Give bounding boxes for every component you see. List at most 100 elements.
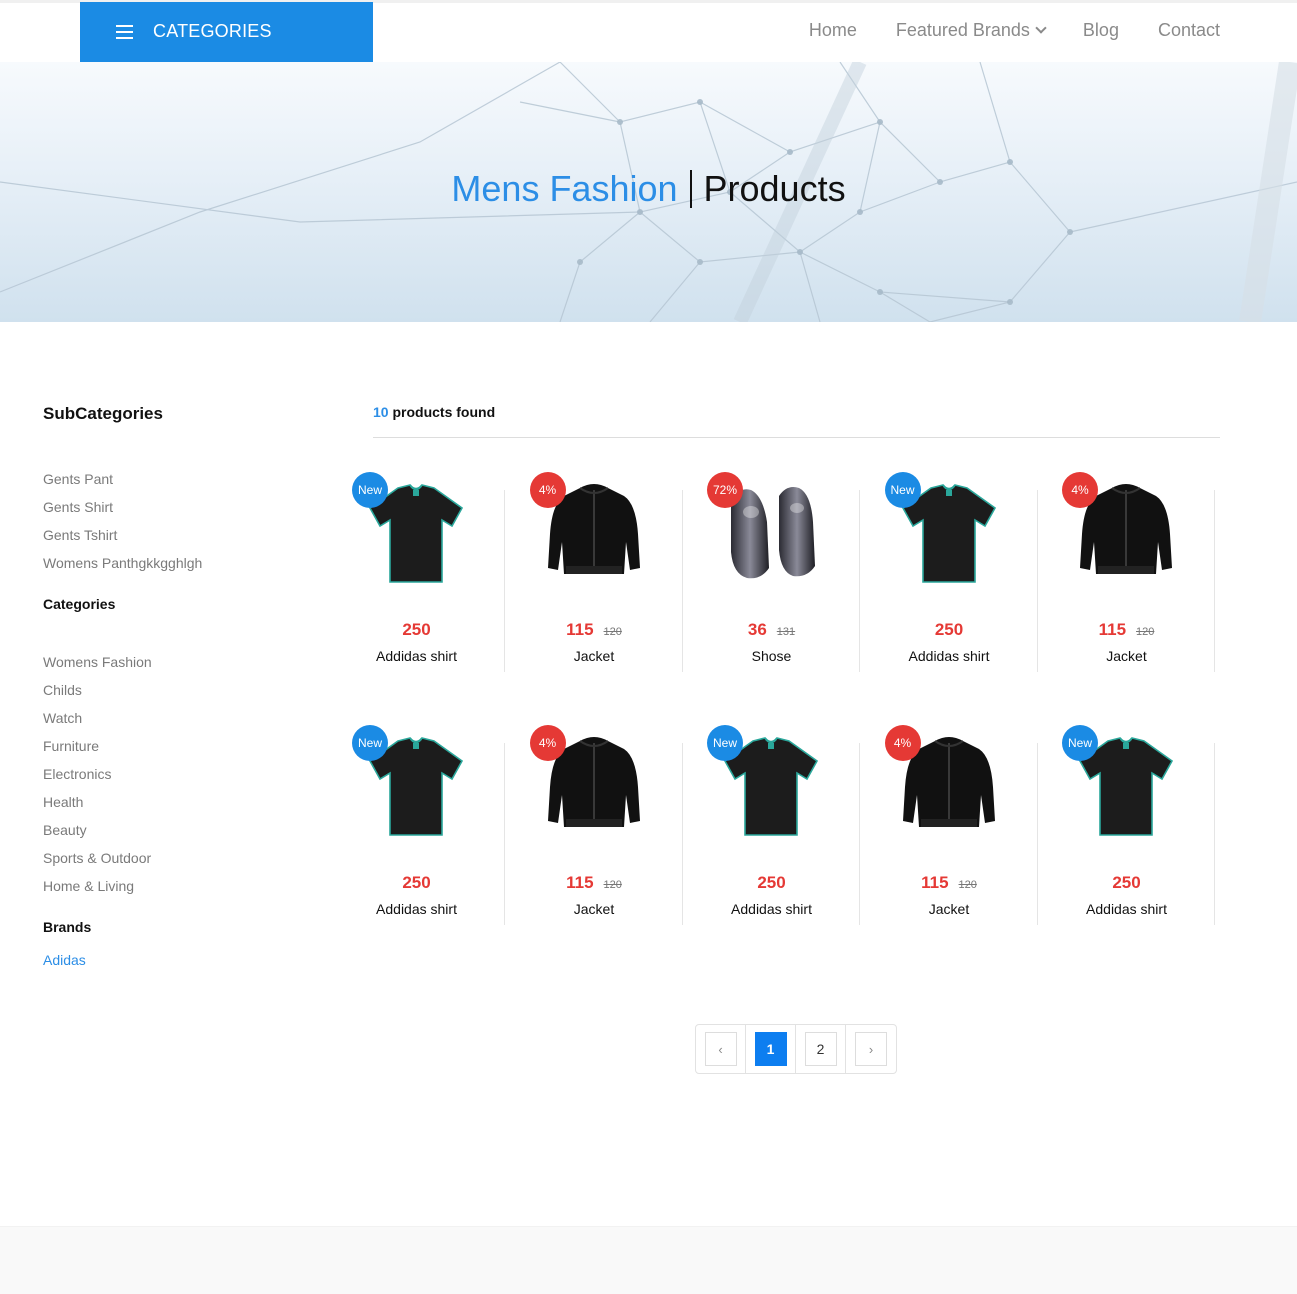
subcategories-list: Gents Pant Gents Shirt Gents Tshirt Wome… xyxy=(43,471,323,583)
product-card[interactable]: 4% 115 120 Jacket xyxy=(506,723,683,925)
categories-button[interactable]: CATEGORIES xyxy=(80,2,373,62)
pagination: ‹ 1 2 › xyxy=(695,1024,897,1074)
new-badge: New xyxy=(1062,725,1098,761)
footer xyxy=(0,1226,1297,1294)
product-prices: 115 120 xyxy=(861,873,1038,893)
product-name[interactable]: Addidas shirt xyxy=(1038,901,1215,917)
subcategory-item[interactable]: Gents Pant xyxy=(43,471,323,499)
product-prices: 250 xyxy=(328,873,505,893)
nav-blog[interactable]: Blog xyxy=(1083,20,1119,41)
next-page-button[interactable]: › xyxy=(855,1032,887,1066)
page-title-category: Mens Fashion xyxy=(451,168,678,209)
product-price: 115 xyxy=(921,873,949,892)
product-old-price: 120 xyxy=(958,879,977,891)
product-prices: 36 131 xyxy=(683,620,860,640)
title-separator xyxy=(689,170,692,208)
categories-list: Womens Fashion Childs Watch Furniture El… xyxy=(43,654,323,906)
category-item[interactable]: Electronics xyxy=(43,766,323,794)
product-name[interactable]: Jacket xyxy=(1038,648,1215,664)
product-name[interactable]: Jacket xyxy=(506,648,683,664)
product-name[interactable]: Jacket xyxy=(861,901,1038,917)
pager-cell: 1 xyxy=(746,1025,796,1073)
product-name[interactable]: Addidas shirt xyxy=(683,901,860,917)
category-item[interactable]: Childs xyxy=(43,682,323,710)
product-card[interactable]: New 250 Addidas shirt xyxy=(683,723,860,925)
product-name[interactable]: Addidas shirt xyxy=(328,648,505,664)
subcategory-item[interactable]: Womens Panthgkkgghlgh xyxy=(43,555,323,583)
discount-badge: 4% xyxy=(529,725,566,761)
page-title-products: Products xyxy=(703,168,846,209)
pager-cell: › xyxy=(846,1025,896,1073)
results-count-label: products found xyxy=(392,404,496,420)
brands-heading: Brands xyxy=(43,919,92,935)
category-item[interactable]: Beauty xyxy=(43,822,323,850)
discount-badge: 4% xyxy=(884,725,921,761)
page-button-2[interactable]: 2 xyxy=(804,1032,837,1066)
product-prices: 250 xyxy=(1038,873,1215,893)
subcategory-item[interactable]: Gents Shirt xyxy=(43,499,323,527)
discount-badge: 4% xyxy=(1062,472,1098,508)
subcategories-heading: SubCategories xyxy=(43,404,163,423)
product-old-price: 120 xyxy=(1136,626,1155,638)
category-item[interactable]: Home & Living xyxy=(43,878,323,906)
product-prices: 250 xyxy=(861,620,1038,640)
product-card[interactable]: 72% 36 131 Shose xyxy=(683,470,860,672)
product-old-price: 120 xyxy=(603,626,622,638)
main-nav: Home Featured Brands Blog Contact xyxy=(809,20,1220,41)
product-price: 115 xyxy=(566,620,594,639)
category-item[interactable]: Health xyxy=(43,794,323,822)
product-price: 250 xyxy=(1112,873,1141,892)
product-prices: 115 120 xyxy=(1038,620,1215,640)
new-badge: New xyxy=(352,472,388,508)
results-count: 10 products found xyxy=(373,404,495,420)
product-name[interactable]: Jacket xyxy=(506,901,683,917)
product-card[interactable]: 4% 115 120 Jacket xyxy=(506,470,683,672)
nav-featured-brands-label: Featured Brands xyxy=(895,20,1030,40)
product-card[interactable]: New 250 Addidas shirt xyxy=(861,470,1038,672)
product-name[interactable]: Addidas shirt xyxy=(328,901,505,917)
pager-cell: ‹ xyxy=(696,1025,746,1073)
category-item[interactable]: Womens Fashion xyxy=(43,654,323,682)
card-divider xyxy=(1214,743,1215,925)
new-badge: New xyxy=(884,472,921,508)
product-prices: 115 120 xyxy=(506,620,683,640)
product-prices: 250 xyxy=(683,873,860,893)
product-price: 250 xyxy=(402,620,431,639)
product-price: 250 xyxy=(402,873,431,892)
discount-badge: 72% xyxy=(707,472,743,508)
product-price: 36 xyxy=(747,620,767,639)
prev-page-button[interactable]: ‹ xyxy=(704,1032,737,1066)
product-name[interactable]: Addidas shirt xyxy=(861,648,1038,664)
page-button-1[interactable]: 1 xyxy=(754,1032,787,1066)
product-old-price: 120 xyxy=(603,879,622,891)
nav-featured-brands[interactable]: Featured Brands xyxy=(895,20,1047,41)
pager-cell: 2 xyxy=(796,1025,846,1073)
product-card[interactable]: New 250 Addidas shirt xyxy=(328,470,505,672)
product-card[interactable]: New 250 Addidas shirt xyxy=(328,723,505,925)
category-item[interactable]: Sports & Outdoor xyxy=(43,850,323,878)
page-title: Mens Fashion Products xyxy=(0,168,1297,210)
product-card[interactable]: 4% 115 120 Jacket xyxy=(1038,470,1215,672)
new-badge: New xyxy=(352,725,388,761)
hero-banner: Mens Fashion Products xyxy=(0,62,1297,322)
brand-link-adidas[interactable]: Adidas xyxy=(43,952,86,968)
product-card[interactable]: 4% 115 120 Jacket xyxy=(861,723,1038,925)
new-badge: New xyxy=(707,725,743,761)
product-name[interactable]: Shose xyxy=(683,648,860,664)
product-prices: 250 xyxy=(328,620,505,640)
product-price: 250 xyxy=(757,873,786,892)
product-card[interactable]: New 250 Addidas shirt xyxy=(1038,723,1215,925)
hamburger-icon xyxy=(116,25,133,39)
product-price: 115 xyxy=(1098,620,1127,639)
nav-contact[interactable]: Contact xyxy=(1158,20,1220,41)
product-price: 115 xyxy=(566,873,594,892)
categories-heading: Categories xyxy=(43,596,116,612)
discount-badge: 4% xyxy=(529,472,566,508)
category-item[interactable]: Furniture xyxy=(43,738,323,766)
categories-label: CATEGORIES xyxy=(153,21,272,41)
subcategory-item[interactable]: Gents Tshirt xyxy=(43,527,323,555)
nav-home[interactable]: Home xyxy=(809,20,857,41)
chevron-down-icon xyxy=(1035,22,1047,34)
category-item[interactable]: Watch xyxy=(43,710,323,738)
product-prices: 115 120 xyxy=(506,873,683,893)
